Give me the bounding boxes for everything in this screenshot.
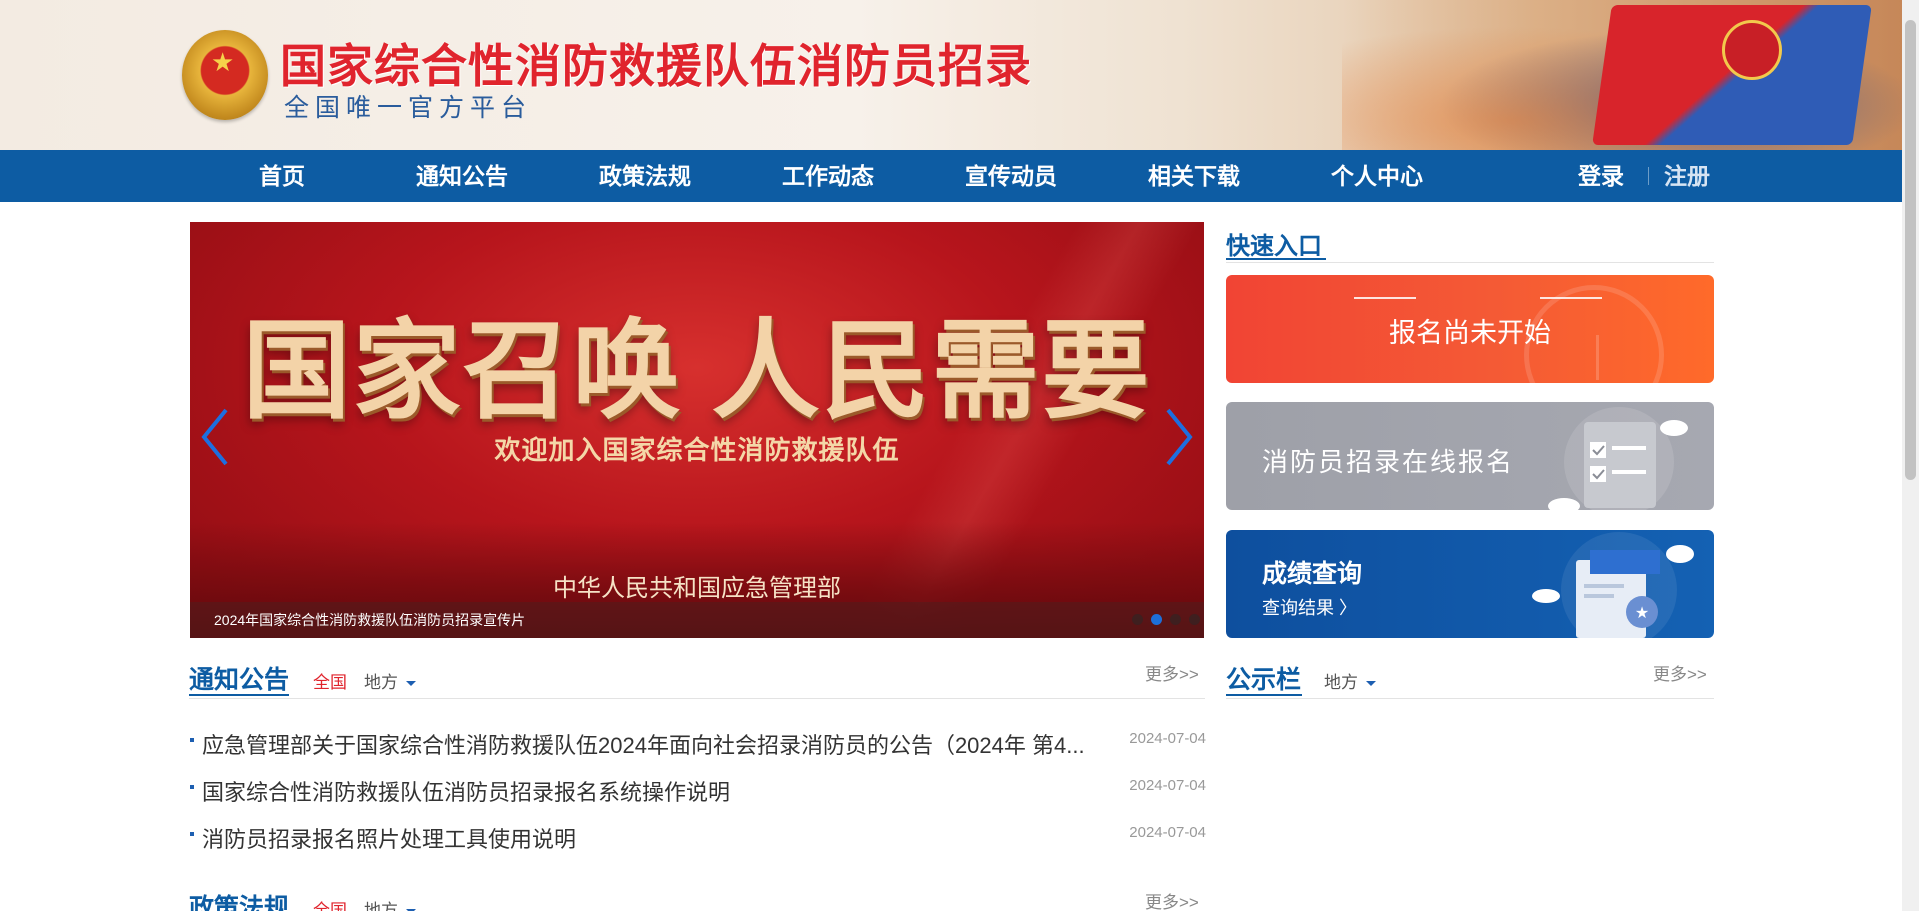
notices-underline (189, 694, 289, 696)
bulletin-more-link[interactable]: 更多>> (1653, 660, 1707, 685)
nav-item-notices[interactable]: 通知公告 (416, 150, 508, 202)
list-item: 消防员招录报名照片处理工具使用说明 2024-07-04 (190, 822, 1206, 852)
hero-carousel[interactable]: 国家召唤 人民需要 欢迎加入国家综合性消防救援队伍 中华人民共和国应急管理部 2… (190, 222, 1204, 638)
slide-headline: 国家召唤 人民需要 (242, 313, 1152, 432)
bullet (190, 738, 194, 742)
notice-link[interactable]: 国家综合性消防救援队伍消防员招录报名系统操作说明 (202, 775, 1102, 807)
chevron-down-icon (1366, 681, 1376, 687)
chevron-down-icon (406, 681, 416, 687)
nav-item-policy[interactable]: 政策法规 (599, 150, 691, 202)
policy-tab-local[interactable]: 地方 (364, 896, 416, 911)
quick-entry-underline (1226, 258, 1326, 260)
register-link[interactable]: 注册 (1664, 150, 1710, 202)
document-medal-icon: ★ (1532, 532, 1694, 638)
carousel-dot[interactable] (1189, 614, 1200, 625)
notices-title: 通知公告 (189, 666, 290, 694)
main-nav: 首页 通知公告 政策法规 工作动态 宣传动员 相关下载 个人中心 登录 注册 (0, 150, 1902, 202)
notices-rule (189, 698, 1205, 699)
slide-organization: 中华人民共和国应急管理部 (553, 575, 841, 602)
nav-item-downloads[interactable]: 相关下载 (1148, 150, 1240, 202)
online-register-label: 消防员招录在线报名 (1262, 447, 1515, 477)
checklist-icon (1548, 407, 1688, 510)
slide-caption[interactable]: 2024年国家综合性消防救援队伍消防员招录宣传片 (214, 610, 525, 630)
slide-tagline: 欢迎加入国家综合性消防救援队伍 (494, 436, 900, 465)
register-status-card[interactable]: 报名尚未开始 (1226, 275, 1714, 383)
notices-tab-national[interactable]: 全国 (313, 668, 347, 693)
quick-entry-title: 快速入口 (1226, 233, 1322, 260)
carousel-prev-arrow-icon[interactable] (196, 402, 236, 472)
notices-tab-local-label: 地方 (364, 673, 398, 692)
notice-date: 2024-07-04 (1129, 730, 1206, 747)
list-item: 国家综合性消防救援队伍消防员招录报名系统操作说明 2024-07-04 (190, 775, 1206, 805)
bullet (190, 785, 194, 789)
svg-text:★: ★ (1635, 603, 1649, 622)
online-register-card[interactable]: 消防员招录在线报名 (1226, 402, 1714, 510)
decor-line (1540, 297, 1602, 299)
notice-link[interactable]: 应急管理部关于国家综合性消防救援队伍2024年面向社会招录消防员的公告（2024… (202, 728, 1102, 760)
nav-item-home[interactable]: 首页 (259, 150, 305, 202)
scrollbar-thumb[interactable] (1905, 20, 1916, 480)
list-item: 应急管理部关于国家综合性消防救援队伍2024年面向社会招录消防员的公告（2024… (190, 728, 1206, 758)
carousel-next-arrow-icon[interactable] (1158, 402, 1198, 472)
register-status-label: 报名尚未开始 (1389, 318, 1551, 348)
nav-item-publicity[interactable]: 宣传动员 (965, 150, 1057, 202)
bulletin-tab-local-label: 地方 (1324, 673, 1358, 692)
fire-rescue-emblem-icon: ★ (182, 30, 268, 120)
site-title: 国家综合性消防救援队伍消防员招录 (280, 40, 1032, 92)
policy-title: 政策法规 (189, 894, 290, 911)
bulletin-rule (1226, 698, 1714, 699)
score-query-card[interactable]: 成绩查询 查询结果 〉 ★ (1226, 530, 1714, 638)
policy-tab-local-label: 地方 (364, 901, 398, 911)
carousel-dot[interactable] (1132, 614, 1143, 625)
notice-date: 2024-07-04 (1129, 777, 1206, 794)
nav-item-personal-center[interactable]: 个人中心 (1331, 150, 1423, 202)
login-link[interactable]: 登录 (1578, 150, 1624, 202)
score-query-label: 成绩查询 (1262, 560, 1363, 588)
notice-date: 2024-07-04 (1129, 824, 1206, 841)
decor-line (1354, 297, 1416, 299)
bullet (190, 832, 194, 836)
policy-tab-national[interactable]: 全国 (313, 896, 347, 911)
nav-item-news[interactable]: 工作动态 (782, 150, 874, 202)
notices-more-link[interactable]: 更多>> (1145, 660, 1199, 685)
score-query-link[interactable]: 查询结果 〉 (1262, 594, 1357, 620)
notices-tab-local[interactable]: 地方 (364, 668, 416, 693)
bulletin-underline (1226, 694, 1302, 696)
notice-link[interactable]: 消防员招录报名照片处理工具使用说明 (202, 822, 1102, 854)
flag-emblem-icon (1722, 20, 1782, 80)
quick-entry-rule (1226, 262, 1714, 263)
site-subtitle: 全国唯一官方平台 (284, 94, 533, 122)
carousel-dots (1132, 614, 1200, 626)
carousel-dot[interactable] (1170, 614, 1181, 625)
nav-divider (1648, 167, 1649, 185)
bulletin-tab-local[interactable]: 地方 (1324, 668, 1376, 693)
policy-more-link[interactable]: 更多>> (1145, 888, 1199, 911)
carousel-dot-active[interactable] (1151, 614, 1162, 625)
bulletin-title: 公示栏 (1226, 666, 1302, 694)
